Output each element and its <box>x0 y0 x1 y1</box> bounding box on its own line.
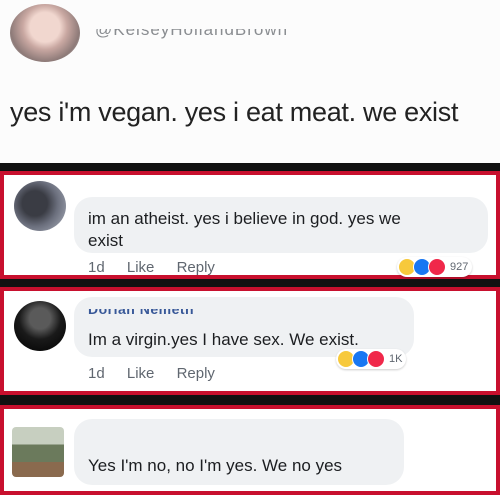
tweet-author-handle[interactable]: @KelseyHollandBrown <box>95 29 288 40</box>
comment-3: Yes I'm no, no I'm yes. We no yes <box>0 405 500 495</box>
comment-1-text-line1: im an atheist. yes i believe in god. yes… <box>88 209 401 228</box>
comment-1-actions: 1d Like Reply <box>88 259 233 276</box>
comment-1-text-line2: exist <box>88 231 123 250</box>
comment-1-reaction-count: 927 <box>450 261 469 273</box>
comment-1-reactions[interactable]: 927 <box>397 257 473 277</box>
comment-2-actions: 1d Like Reply <box>88 365 233 382</box>
comment-2-like-link[interactable]: Like <box>127 365 155 382</box>
love-reaction-icon <box>367 350 385 368</box>
comment-3-avatar[interactable] <box>12 427 64 477</box>
tweet-author-avatar[interactable] <box>10 4 80 62</box>
divider-band <box>0 163 500 171</box>
comment-2-reaction-count: 1K <box>389 353 403 365</box>
love-reaction-icon <box>428 258 446 276</box>
comment-2: Dorian Nemeth Im a virgin.yes I have sex… <box>0 287 500 395</box>
comment-1-avatar[interactable] <box>14 181 66 231</box>
comment-1-reply-link[interactable]: Reply <box>177 259 215 276</box>
comment-2-time[interactable]: 1d <box>88 365 105 382</box>
divider-band <box>0 279 500 287</box>
comment-2-reply-link[interactable]: Reply <box>177 365 215 382</box>
tweet-text: yes i'm vegan. yes i eat meat. we exist <box>10 97 459 127</box>
comment-2-text: Im a virgin.yes I have sex. We exist. <box>88 330 359 349</box>
comment-1: im an atheist. yes i believe in god. yes… <box>0 171 500 279</box>
comment-2-reactions[interactable]: 1K <box>336 349 407 369</box>
comment-3-text: Yes I'm no, no I'm yes. We no yes <box>88 456 343 475</box>
comment-1-time[interactable]: 1d <box>88 259 105 276</box>
tweet-card: @KelseyHollandBrown yes i'm vegan. yes i… <box>0 0 500 163</box>
comment-2-avatar[interactable] <box>14 301 66 351</box>
comment-1-like-link[interactable]: Like <box>127 259 155 276</box>
divider-band <box>0 395 500 405</box>
